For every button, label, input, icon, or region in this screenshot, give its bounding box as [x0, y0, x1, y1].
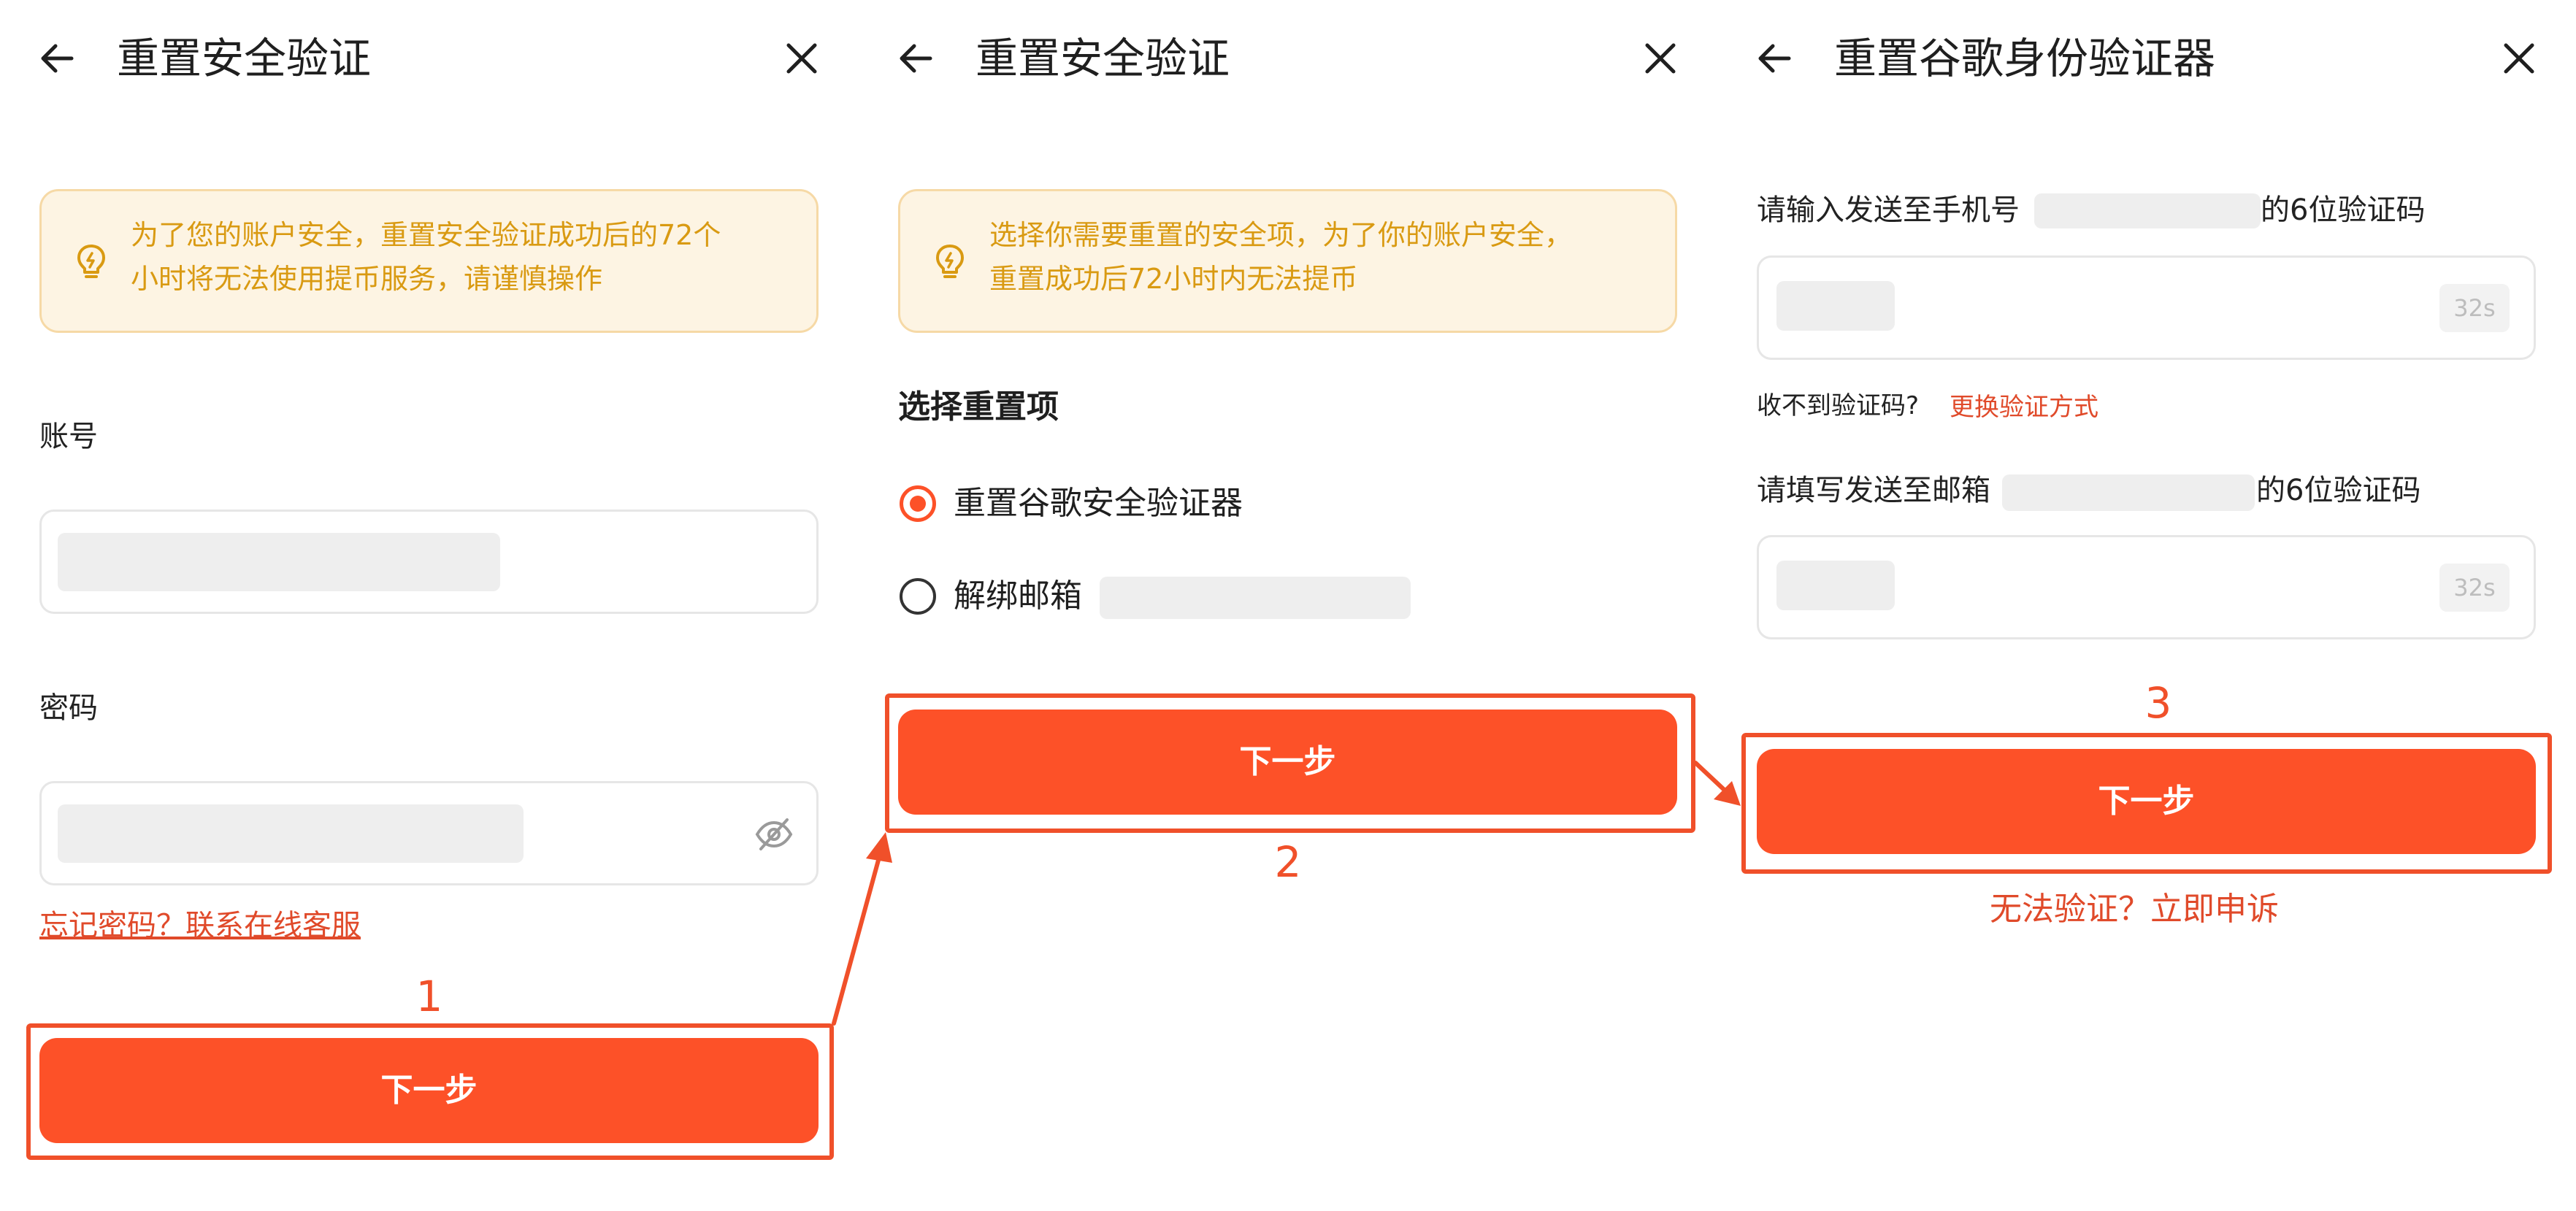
- phone-prompt-suffix: 的6位验证码: [2261, 193, 2426, 227]
- lightbulb-icon: [936, 245, 964, 278]
- radio-checked[interactable]: [900, 485, 936, 522]
- notice-line-2: 小时将无法使用提币服务，请谨慎操作: [131, 263, 603, 295]
- step-number-2: 2: [1274, 837, 1302, 887]
- phone-code-input[interactable]: 32s: [1757, 255, 2536, 360]
- no-code-text: 收不到验证码?: [1757, 391, 1920, 420]
- email-prompt-prefix: 请填写发送至邮箱: [1757, 474, 1990, 507]
- phone-code-redacted: [1776, 281, 1895, 331]
- close-icon[interactable]: [780, 36, 824, 80]
- next-button[interactable]: 下一步: [898, 710, 1677, 815]
- password-label: 密码: [39, 691, 98, 725]
- next-button[interactable]: 下一步: [39, 1038, 819, 1143]
- arrow-step-1-to-2: [832, 832, 892, 1026]
- phone-resend-countdown: 32s: [2439, 284, 2510, 332]
- step-number-3: 3: [2144, 678, 2172, 728]
- password-value-redacted: [58, 804, 524, 863]
- page-title: 重置安全验证: [975, 34, 1230, 83]
- back-arrow-icon[interactable]: [35, 36, 79, 80]
- phone-prompt-prefix: 请输入发送至手机号: [1757, 193, 2020, 227]
- phone-number-redacted: [2034, 193, 2261, 228]
- lightbulb-icon: [77, 245, 105, 278]
- account-label: 账号: [39, 420, 98, 453]
- password-input[interactable]: [39, 781, 819, 885]
- email-code-input[interactable]: 32s: [1757, 535, 2536, 639]
- radio-unchecked[interactable]: [900, 578, 936, 615]
- forgot-password-link[interactable]: 忘记密码？联系在线客服: [39, 905, 361, 946]
- email-code-redacted: [1776, 561, 1895, 610]
- notice-line-2: 重置成功后72小时内无法提币: [989, 263, 1358, 295]
- account-value-redacted: [58, 533, 500, 591]
- section-title: 选择重置项: [898, 388, 1059, 426]
- page-title: 重置安全验证: [117, 34, 372, 83]
- security-notice: 为了您的账户安全，重置安全验证成功后的72个 小时将无法使用提币服务，请谨慎操作: [39, 189, 819, 333]
- back-arrow-icon[interactable]: [894, 36, 938, 80]
- option-label: 解绑邮箱: [954, 577, 1082, 615]
- notice-line-1: 选择你需要重置的安全项，为了你的账户安全，: [989, 219, 1573, 251]
- notice-line-1: 为了您的账户安全，重置安全验证成功后的72个: [131, 219, 721, 251]
- back-arrow-icon[interactable]: [1752, 36, 1796, 80]
- email-redacted: [2002, 474, 2255, 511]
- email-resend-countdown: 32s: [2439, 564, 2510, 612]
- arrow-step-2-to-3: [1693, 761, 1741, 806]
- email-redacted: [1100, 577, 1411, 619]
- appeal-link[interactable]: 无法验证？立即申诉: [1990, 888, 2279, 931]
- option-label: 重置谷歌安全验证器: [954, 485, 1243, 522]
- security-notice: 选择你需要重置的安全项，为了你的账户安全， 重置成功后72小时内无法提币: [898, 189, 1677, 333]
- close-icon[interactable]: [1638, 36, 1682, 80]
- page-title: 重置谷歌身份验证器: [1834, 34, 2216, 83]
- account-input[interactable]: [39, 510, 819, 614]
- email-prompt-suffix: 的6位验证码: [2256, 474, 2421, 507]
- next-button[interactable]: 下一步: [1757, 749, 2536, 854]
- close-icon[interactable]: [2497, 36, 2541, 80]
- step-number-1: 1: [415, 972, 443, 1021]
- eye-off-icon[interactable]: [755, 817, 793, 852]
- switch-method-link[interactable]: 更换验证方式: [1950, 387, 2098, 428]
